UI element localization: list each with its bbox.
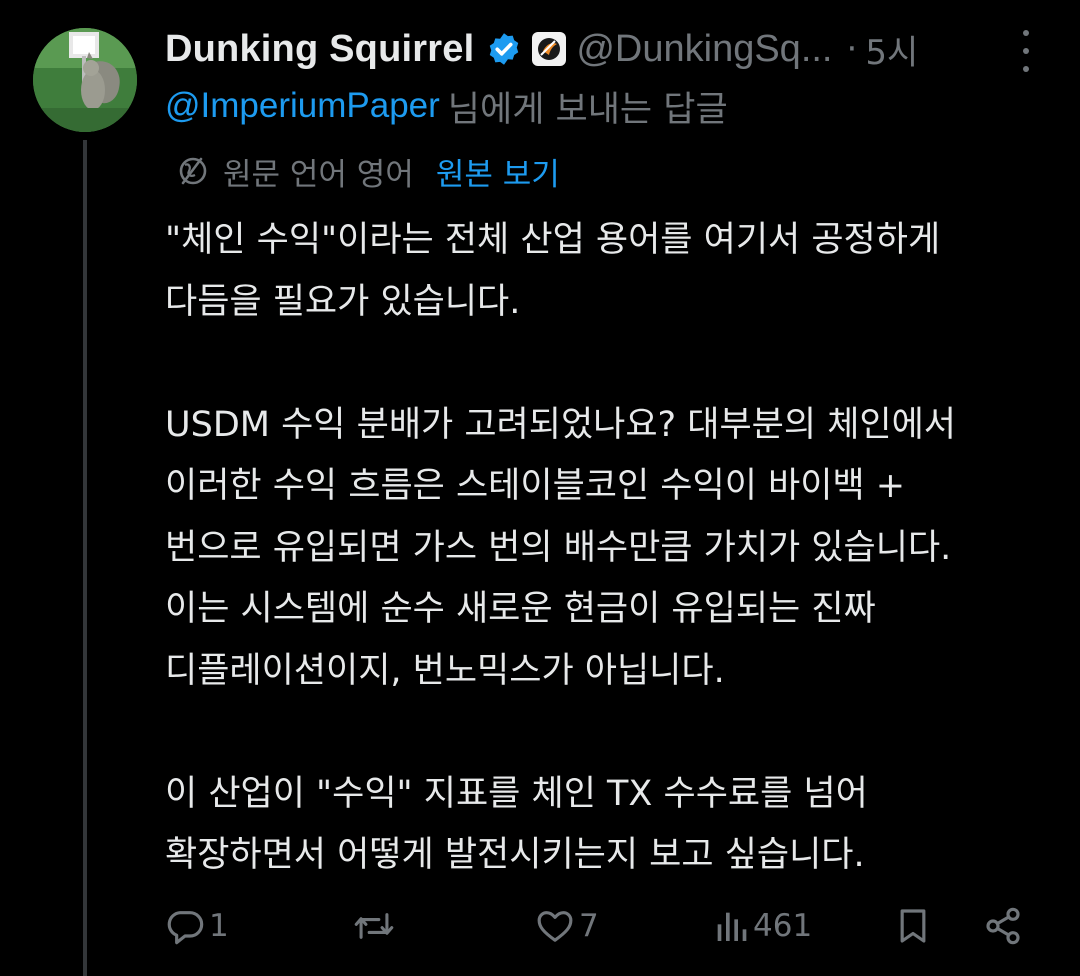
author-handle[interactable]: @DunkingSq... bbox=[576, 28, 832, 71]
tweet-timestamp[interactable]: 5시 bbox=[865, 25, 918, 74]
like-button[interactable]: 7 bbox=[535, 896, 599, 956]
view-count: 461 bbox=[753, 908, 813, 944]
tweet-paragraph: 이 산업이 "수익" 지표를 체인 TX 수수료를 넘어 확장하면서 어떻게 발… bbox=[165, 764, 1055, 887]
share-button[interactable] bbox=[983, 896, 1023, 956]
repost-button[interactable] bbox=[353, 896, 399, 956]
reply-button[interactable]: 1 bbox=[165, 896, 229, 956]
tweet-text-line: 디플레이션이지, 번노믹스가 아닙니다. bbox=[165, 650, 725, 691]
translation-note: 원문 언어 영어 bbox=[223, 156, 414, 193]
tweet-text-line: 확장하면서 어떻게 발전시키는지 보고 싶습니다. bbox=[165, 835, 865, 875]
verified-badge-icon[interactable] bbox=[486, 31, 522, 67]
tweet-paragraph: "체인 수익"이라는 전체 산업 용어를 여기서 공정하게 다듬을 필요가 있습… bbox=[165, 210, 1055, 333]
reply-to-mention[interactable]: @ImperiumPaper bbox=[165, 86, 440, 126]
heart-icon bbox=[537, 911, 573, 942]
tweet-text-line: 이는 시스템에 순수 새로운 현금이 유입되는 진짜 bbox=[165, 589, 876, 629]
more-options-icon[interactable] bbox=[1014, 30, 1038, 72]
tweet-actions-bar: 1 7 461 bbox=[165, 896, 1045, 956]
like-count: 7 bbox=[579, 908, 599, 944]
avatar[interactable] bbox=[33, 28, 137, 132]
tweet-text-line: 다듬을 필요가 있습니다. bbox=[165, 281, 521, 322]
thread-line bbox=[83, 140, 87, 976]
repost-icon bbox=[354, 913, 394, 939]
bookmark-icon bbox=[900, 909, 926, 943]
affiliate-badge-icon[interactable] bbox=[532, 32, 567, 66]
bookmark-button[interactable] bbox=[893, 896, 933, 956]
show-original-link[interactable]: 원본 보기 bbox=[436, 149, 560, 194]
reply-to-line: @ImperiumPaper 님에게 보내는 답글 bbox=[165, 80, 728, 132]
tweet-text-line: USDM 수익 분배가 고려되었나요? 대부분의 체인에서 bbox=[165, 404, 956, 445]
squirrel-avatar-icon bbox=[33, 28, 137, 132]
tweet-text-line: "체인 수익"이라는 전체 산업 용어를 여기서 공정하게 bbox=[165, 220, 941, 260]
translate-icon bbox=[179, 157, 207, 185]
tweet-text-line: 이 산업이 "수익" 지표를 체인 TX 수수료를 넘어 bbox=[165, 773, 868, 814]
time-separator: · bbox=[846, 29, 858, 69]
tweet-text-line: 번으로 유입되면 가스 번의 배수만큼 가치가 있습니다. bbox=[165, 527, 952, 568]
tweet-header: Dunking Squirrel @DunkingSq... · 5시 bbox=[165, 22, 1045, 76]
translation-notice: 원문 언어 영어 원본 보기 bbox=[175, 146, 560, 196]
author-display-name[interactable]: Dunking Squirrel bbox=[165, 28, 474, 71]
views-chart-icon bbox=[717, 912, 747, 941]
reply-to-suffix: 님에게 보내는 답글 bbox=[447, 89, 728, 130]
tweet-text: "체인 수익"이라는 전체 산업 용어를 여기서 공정하게 다듬을 필요가 있습… bbox=[165, 210, 1055, 948]
reply-count: 1 bbox=[209, 908, 229, 944]
tweet-paragraph: USDM 수익 분배가 고려되었나요? 대부분의 체인에서 이러한 수익 흐름은… bbox=[165, 395, 1055, 703]
reply-icon bbox=[167, 911, 204, 945]
share-icon bbox=[986, 907, 1020, 945]
views-button[interactable]: 461 bbox=[713, 896, 812, 956]
tweet-text-line: 이러한 수익 흐름은 스테이블코인 수익이 바이백 + bbox=[165, 466, 906, 506]
